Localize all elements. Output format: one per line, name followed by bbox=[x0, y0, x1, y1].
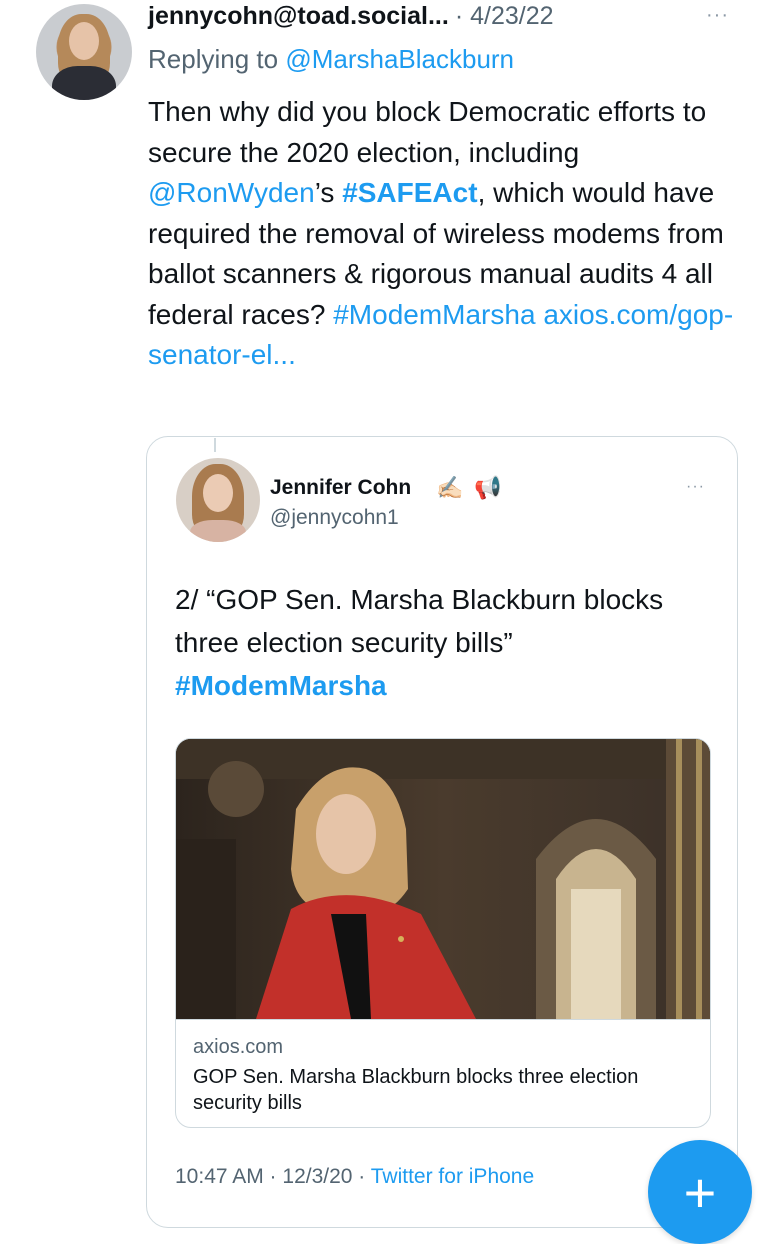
reply-mention-link[interactable]: @MarshaBlackburn bbox=[285, 44, 514, 74]
hashtag-safeact[interactable]: #SAFEAct bbox=[342, 177, 477, 208]
plus-icon: + bbox=[683, 1160, 717, 1224]
author-avatar[interactable] bbox=[36, 4, 132, 100]
replying-to-label: Replying to bbox=[148, 44, 286, 74]
thread-connector bbox=[214, 438, 216, 452]
senate-photo-illustration bbox=[176, 739, 710, 1019]
quoted-hashtag-modemmarsha[interactable]: #ModemMarsha bbox=[175, 670, 387, 701]
replying-to: Replying to @MarshaBlackburn bbox=[148, 44, 514, 75]
hashtag-modemmarsha[interactable]: #ModemMarsha bbox=[333, 299, 535, 330]
avatar-body bbox=[52, 66, 116, 100]
mention-ronwyden[interactable]: @RonWyden bbox=[148, 177, 315, 208]
link-card-meta: axios.com GOP Sen. Marsha Blackburn bloc… bbox=[176, 1019, 710, 1127]
quoted-author-avatar[interactable] bbox=[176, 458, 260, 542]
link-card-title: GOP Sen. Marsha Blackburn blocks three e… bbox=[193, 1066, 639, 1114]
quoted-timestamp[interactable]: 10:47 AM · 12/3/20 · bbox=[175, 1165, 371, 1188]
link-card[interactable]: axios.com GOP Sen. Marsha Blackburn bloc… bbox=[175, 738, 711, 1128]
tweet-text-part: Then why did you block Democratic effort… bbox=[148, 96, 707, 168]
more-options-icon[interactable]: ··· bbox=[706, 4, 729, 27]
quoted-tweet-text: 2/ “GOP Sen. Marsha Blackburn blocks thr… bbox=[175, 578, 705, 707]
link-card-domain: axios.com bbox=[193, 1036, 284, 1058]
tweet-date[interactable]: · 4/23/22 bbox=[455, 2, 554, 31]
tweet-text: Then why did you block Democratic effort… bbox=[148, 92, 758, 376]
quoted-source-link[interactable]: Twitter for iPhone bbox=[371, 1165, 534, 1188]
quoted-more-icon[interactable]: ··· bbox=[686, 478, 705, 496]
quoted-author-handle[interactable]: @jennycohn1 bbox=[270, 506, 399, 530]
avatar-body bbox=[190, 520, 246, 542]
avatar-face bbox=[203, 474, 233, 512]
quoted-author-name[interactable]: Jennifer Cohn bbox=[270, 476, 411, 500]
quoted-tweet-footer: 10:47 AM · 12/3/20 · Twitter for iPhone bbox=[175, 1165, 534, 1189]
avatar-face bbox=[69, 22, 99, 60]
quoted-name-text: Jennifer Cohn bbox=[270, 476, 412, 499]
quoted-text-body: 2/ “GOP Sen. Marsha Blackburn blocks thr… bbox=[175, 584, 664, 658]
writing-hand-icon: ✍🏻 bbox=[436, 475, 464, 500]
tweet-text-part: ’s bbox=[314, 177, 343, 208]
megaphone-icon: 📢 bbox=[474, 475, 502, 500]
author-handle[interactable]: jennycohn@toad.social... bbox=[148, 2, 449, 31]
link-card-image bbox=[176, 739, 710, 1019]
compose-button[interactable]: + bbox=[648, 1140, 752, 1244]
tweet-header: jennycohn@toad.social... · 4/23/22 bbox=[148, 2, 554, 36]
